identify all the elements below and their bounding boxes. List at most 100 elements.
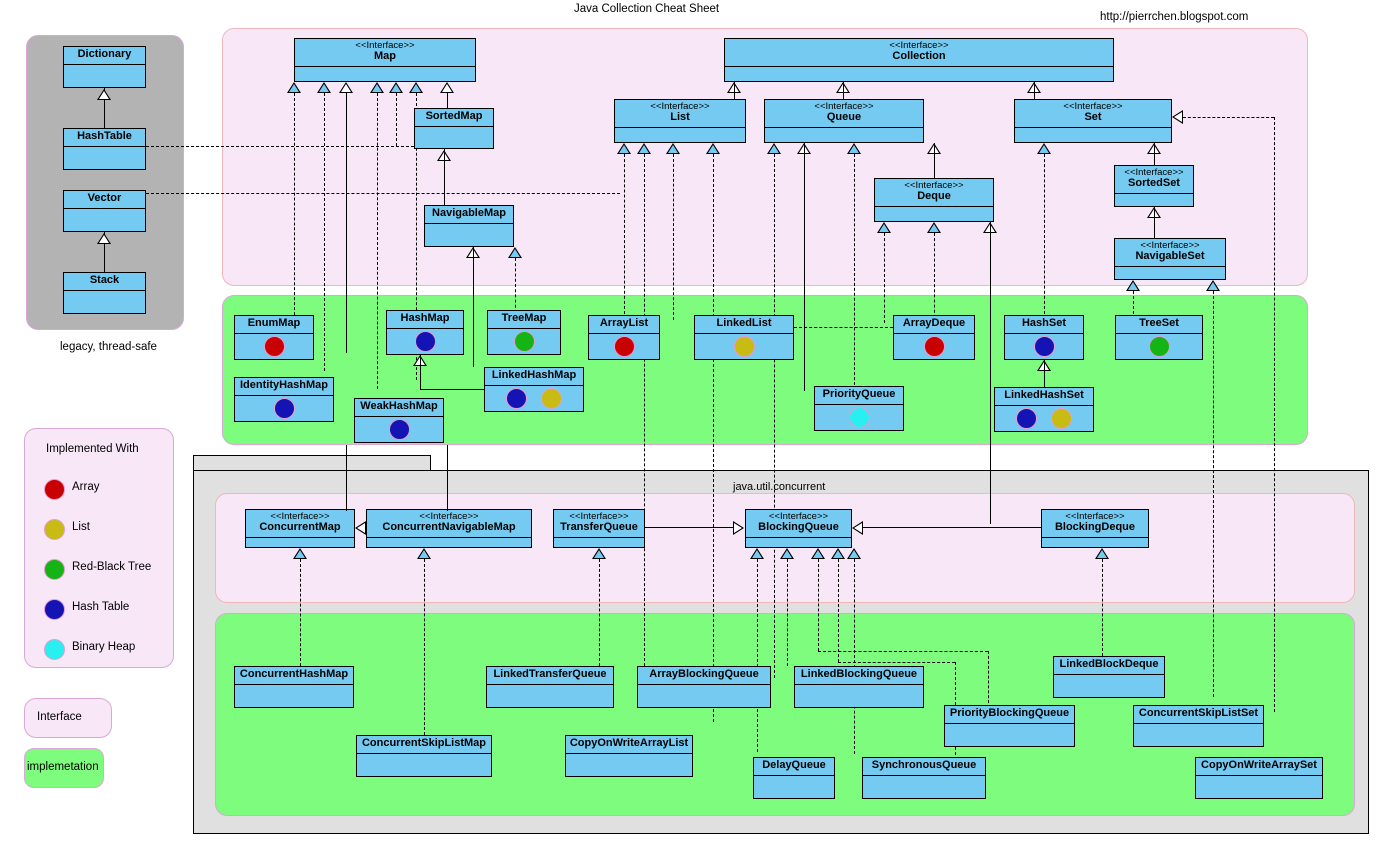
legend-tag-implementation: implemetation: [24, 748, 104, 788]
class-attributes: [695, 334, 793, 359]
realization-arrow: [592, 548, 606, 559]
class-attributes: [765, 128, 923, 142]
class-box-hashmap[interactable]: HashMap: [386, 310, 464, 355]
interface-box-map[interactable]: <<Interface>> Map: [294, 38, 476, 82]
class-box-concurrenthashmap[interactable]: ConcurrentHashMap: [234, 666, 354, 708]
realization-line: [300, 559, 301, 666]
legend-interface-label: Interface: [37, 711, 82, 723]
class-attributes: [295, 67, 475, 81]
class-box-weakhashmap[interactable]: WeakHashMap: [354, 398, 444, 443]
interface-box-sortedmap[interactable]: SortedMap: [414, 108, 494, 149]
class-box-treemap[interactable]: TreeMap: [487, 310, 561, 355]
class-attributes: [387, 329, 463, 354]
edge-line: [447, 93, 448, 108]
color-swatch-array: [44, 479, 65, 500]
class-attributes: [235, 334, 313, 359]
class-box-hashset[interactable]: HashSet: [1004, 315, 1084, 360]
realization-arrow: [317, 82, 331, 93]
impl-dot-list: [541, 388, 562, 409]
interface-box-blockingqueue[interactable]: <<Interface>> BlockingQueue: [745, 509, 852, 548]
class-attributes: [487, 685, 613, 707]
class-box-vector[interactable]: Vector: [63, 190, 146, 232]
interface-box-concurrentnavigablemap[interactable]: <<Interface>> ConcurrentNavigableMap: [366, 509, 532, 548]
class-attributes: [1196, 776, 1322, 798]
realization-arrow: [750, 548, 764, 559]
edge-line: [1034, 82, 1035, 99]
class-name: CopyOnWriteArrayList: [569, 738, 689, 750]
legend-label: Binary Heap: [72, 641, 135, 653]
realization-arrow: [389, 82, 403, 93]
class-name: ConcurrentMap: [249, 522, 351, 534]
class-name: PriorityBlockingQueue: [948, 708, 1071, 720]
color-swatch-list: [44, 519, 65, 540]
interface-box-collection[interactable]: <<Interface>> Collection: [724, 38, 1114, 82]
interface-box-sortedset[interactable]: <<Interface>> SortedSet: [1114, 165, 1194, 207]
class-box-copyonwritearrayset[interactable]: CopyOnWriteArraySet: [1195, 757, 1323, 799]
legend-item-list: List: [44, 519, 65, 545]
legend-item-array: Array: [44, 479, 65, 505]
class-attributes: [357, 754, 491, 776]
class-box-concurrentskiplistset[interactable]: ConcurrentSkipListSet: [1133, 705, 1264, 747]
interface-box-deque[interactable]: <<Interface>> Deque: [874, 178, 994, 222]
class-name: LinkedBlockDeque: [1057, 659, 1161, 671]
impl-dot-hash-table: [1034, 336, 1055, 357]
class-box-delayqueue[interactable]: DelayQueue: [753, 757, 835, 799]
class-box-treeset[interactable]: TreeSet: [1115, 315, 1203, 360]
interface-box-navigableset[interactable]: <<Interface>> NavigableSet: [1114, 238, 1226, 280]
class-name: WeakHashMap: [358, 401, 440, 413]
realization-arrow: [293, 548, 307, 559]
class-box-arraylist[interactable]: ArrayList: [588, 315, 660, 360]
class-name: CopyOnWriteArraySet: [1199, 760, 1319, 772]
interface-box-set[interactable]: <<Interface>> Set: [1014, 99, 1172, 143]
class-name: ArrayList: [592, 318, 656, 330]
class-attributes: [235, 685, 353, 707]
realization-line: [1183, 117, 1274, 118]
class-name: LinkedBlockingQueue: [798, 669, 920, 681]
class-box-stack[interactable]: Stack: [63, 272, 146, 314]
class-box-linkedblockingqueue[interactable]: LinkedBlockingQueue: [794, 666, 924, 708]
class-box-linkedhashset[interactable]: LinkedHashSet: [994, 387, 1094, 432]
class-attributes: [1116, 334, 1202, 359]
realization-line: [146, 193, 620, 194]
class-box-arraydeque[interactable]: ArrayDeque: [893, 315, 975, 360]
edge-line: [1044, 360, 1045, 387]
class-attributes: [1115, 267, 1225, 279]
class-attributes: [725, 67, 1113, 81]
class-name: List: [618, 112, 742, 124]
impl-dot-hash-table: [415, 331, 436, 352]
realization-line: [757, 559, 758, 752]
class-attributes: [754, 776, 834, 798]
class-box-concurrentskiplistmap[interactable]: ConcurrentSkipListMap: [356, 735, 492, 777]
class-box-dictionary[interactable]: Dictionary: [63, 46, 146, 88]
class-attributes: [746, 538, 851, 547]
class-box-identityhashmap[interactable]: IdentityHashMap: [234, 377, 334, 422]
class-box-arrayblockingqueue[interactable]: ArrayBlockingQueue: [637, 666, 771, 708]
class-box-linkedtransferqueue[interactable]: LinkedTransferQueue: [486, 666, 614, 708]
class-box-linkedblockdeque[interactable]: LinkedBlockDeque: [1053, 656, 1165, 698]
class-box-priorityqueue[interactable]: PriorityQueue: [814, 386, 904, 431]
class-box-hashtable[interactable]: HashTable: [63, 128, 146, 170]
package-tab: [193, 455, 431, 471]
class-box-linkedlist[interactable]: LinkedList: [694, 315, 794, 360]
interface-box-queue[interactable]: <<Interface>> Queue: [764, 99, 924, 143]
legacy-caption: legacy, thread-safe: [60, 341, 157, 353]
interface-box-transferqueue[interactable]: <<Interface>> TransferQueue: [553, 509, 645, 548]
class-box-linkedhashmap[interactable]: LinkedHashMap: [484, 367, 584, 412]
class-name: ArrayDeque: [897, 318, 971, 330]
generalization-arrow: [97, 233, 111, 244]
class-box-copyonwritearraylist[interactable]: CopyOnWriteArrayList: [565, 735, 693, 777]
interface-box-blockingdeque[interactable]: <<Interface>> BlockingDeque: [1041, 509, 1149, 548]
realization-arrow: [767, 143, 781, 154]
realization-line: [146, 146, 414, 147]
interface-box-concurrentmap[interactable]: <<Interface>> ConcurrentMap: [245, 509, 355, 548]
class-box-synchronousqueue[interactable]: SynchronousQueue: [862, 757, 986, 799]
realization-line: [713, 154, 714, 722]
class-box-enummap[interactable]: EnumMap: [234, 315, 314, 360]
interface-box-list[interactable]: <<Interface>> List: [614, 99, 746, 143]
realization-arrow: [706, 143, 720, 154]
class-attributes: [485, 386, 583, 411]
class-name: LinkedList: [698, 318, 790, 330]
class-name: LinkedHashMap: [488, 370, 580, 382]
class-box-priorityblockingqueue[interactable]: PriorityBlockingQueue: [944, 705, 1075, 747]
interface-box-navigablemap[interactable]: NavigableMap: [424, 205, 514, 247]
